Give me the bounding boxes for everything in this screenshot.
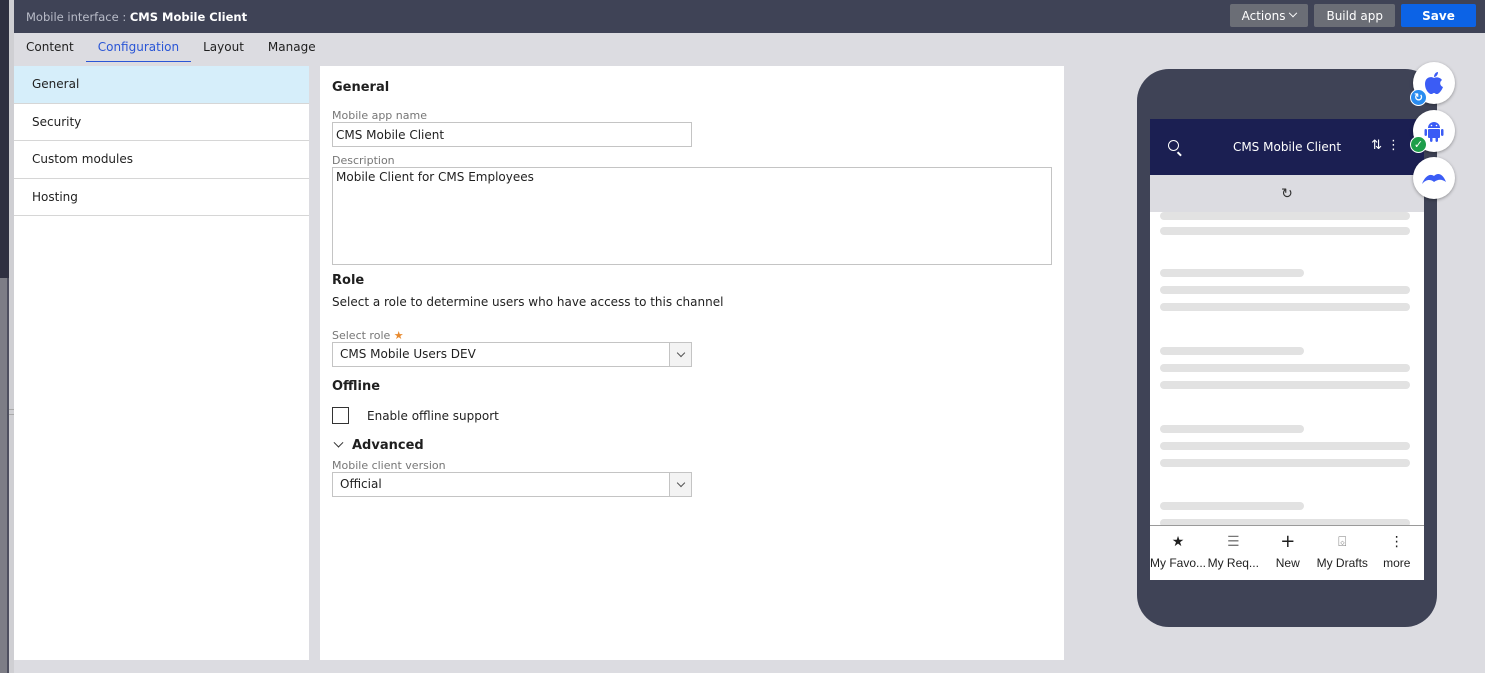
app-name-label: Mobile app name bbox=[332, 109, 427, 122]
sidebar-item-custom-modules[interactable]: Custom modules bbox=[14, 141, 309, 179]
skeleton-bar bbox=[1160, 212, 1410, 220]
nav-label: My Drafts bbox=[1316, 556, 1368, 570]
offline-heading: Offline bbox=[332, 379, 381, 394]
role-heading: Role bbox=[332, 273, 365, 288]
pega-platform-button[interactable] bbox=[1413, 157, 1455, 199]
nav-item-drafts[interactable]: ⌺ My Drafts bbox=[1315, 526, 1370, 580]
config-sidebar: General Security Custom modules Hosting bbox=[14, 66, 309, 660]
nav-item-more[interactable]: ⋮ more bbox=[1370, 526, 1424, 580]
select-role-dropdown[interactable]: CMS Mobile Users DEV bbox=[332, 342, 692, 367]
tab-layout[interactable]: Layout bbox=[191, 33, 256, 61]
skeleton-bar bbox=[1160, 286, 1410, 294]
sidebar-item-general[interactable]: General bbox=[14, 66, 309, 104]
header-actions: Actions Build app Save bbox=[1229, 4, 1476, 27]
chevron-down-icon bbox=[1289, 8, 1298, 17]
more-vertical-icon: ⋮ bbox=[1389, 534, 1404, 550]
client-version-value: Official bbox=[340, 477, 382, 491]
select-role-label-text: Select role bbox=[332, 329, 391, 342]
build-app-button[interactable]: Build app bbox=[1314, 4, 1395, 27]
tab-configuration[interactable]: Configuration bbox=[85, 33, 192, 62]
client-version-dropdown[interactable]: Official bbox=[332, 472, 692, 497]
nav-label: My Favo... bbox=[1150, 556, 1207, 570]
chevron-down-icon[interactable] bbox=[669, 473, 691, 496]
advanced-toggle[interactable]: Advanced bbox=[332, 437, 1052, 453]
title-name: CMS Mobile Client bbox=[129, 9, 248, 24]
skeleton-bar bbox=[1160, 459, 1410, 467]
pull-refresh-bar: ↻ bbox=[1150, 175, 1424, 212]
nav-item-favorites[interactable]: ★ My Favo... bbox=[1150, 526, 1206, 580]
skeleton-bar bbox=[1160, 269, 1304, 277]
more-vertical-icon[interactable]: ⋮ bbox=[1387, 138, 1400, 153]
role-help-text: Select a role to determine users who hav… bbox=[332, 295, 724, 309]
nav-label: more bbox=[1383, 556, 1411, 570]
advanced-label: Advanced bbox=[352, 438, 424, 453]
tab-manage[interactable]: Manage bbox=[256, 33, 328, 61]
refresh-icon[interactable]: ↻ bbox=[1281, 186, 1293, 202]
apple-icon bbox=[1425, 72, 1443, 94]
tab-bar: Content Configuration Layout Manage bbox=[14, 33, 328, 62]
skeleton-bar bbox=[1160, 227, 1410, 235]
skeleton-bar bbox=[1160, 442, 1410, 450]
title-prefix: Mobile interface : bbox=[26, 9, 127, 24]
sync-icon[interactable]: ⇅ bbox=[1371, 138, 1382, 153]
app-name-input[interactable] bbox=[332, 122, 692, 147]
nav-item-new[interactable]: + New bbox=[1261, 526, 1316, 580]
skeleton-bar bbox=[1160, 381, 1410, 389]
offline-checkbox[interactable] bbox=[332, 407, 349, 424]
phone-preview: CMS Mobile Client ⇅ ⋮ ↻ ★ My Favo... ☰ M… bbox=[1137, 69, 1437, 627]
required-star-icon: ★ bbox=[393, 329, 404, 342]
actions-label: Actions bbox=[1241, 8, 1286, 23]
general-settings-panel: General Mobile app name Description Mobi… bbox=[320, 66, 1064, 660]
preview-app-header: CMS Mobile Client ⇅ ⋮ bbox=[1150, 119, 1424, 175]
star-icon: ★ bbox=[1171, 534, 1185, 550]
pega-logo-icon bbox=[1422, 174, 1446, 184]
preview-app-title: CMS Mobile Client bbox=[1232, 140, 1342, 154]
nav-label: My Req... bbox=[1207, 556, 1259, 570]
briefcase-icon: ⌺ bbox=[1338, 534, 1347, 550]
left-edge-panel bbox=[0, 0, 9, 673]
general-heading: General bbox=[332, 80, 390, 95]
actions-button[interactable]: Actions bbox=[1229, 4, 1309, 27]
skeleton-bar bbox=[1160, 502, 1304, 510]
skeleton-bar bbox=[1160, 364, 1410, 372]
client-version-label: Mobile client version bbox=[332, 459, 446, 472]
tab-content[interactable]: Content bbox=[14, 33, 86, 61]
plus-icon: + bbox=[1280, 531, 1296, 552]
nav-label: New bbox=[1275, 556, 1300, 570]
preview-bottom-nav: ★ My Favo... ☰ My Req... + New ⌺ My Draf… bbox=[1150, 525, 1424, 580]
nav-item-requests[interactable]: ☰ My Req... bbox=[1206, 526, 1261, 580]
select-role-value: CMS Mobile Users DEV bbox=[340, 347, 476, 361]
save-button[interactable]: Save bbox=[1401, 4, 1476, 27]
description-textarea[interactable]: Mobile Client for CMS Employees bbox=[332, 167, 1052, 265]
offline-checkbox-row[interactable]: Enable offline support bbox=[332, 407, 1052, 424]
android-icon bbox=[1424, 122, 1444, 142]
skeleton-bar bbox=[1160, 425, 1304, 433]
check-status-icon: ✓ bbox=[1410, 136, 1427, 153]
list-icon: ☰ bbox=[1226, 534, 1240, 550]
chevron-down-icon bbox=[333, 437, 344, 448]
skeleton-bar bbox=[1160, 347, 1304, 355]
search-icon[interactable] bbox=[1168, 140, 1179, 151]
phone-screen: CMS Mobile Client ⇅ ⋮ ↻ ★ My Favo... ☰ M… bbox=[1150, 119, 1424, 580]
sidebar-item-security[interactable]: Security bbox=[14, 104, 309, 141]
description-label: Description bbox=[332, 154, 395, 167]
select-role-label: Select role ★ bbox=[332, 329, 1052, 342]
skeleton-bar bbox=[1160, 303, 1410, 311]
sidebar-item-hosting[interactable]: Hosting bbox=[14, 179, 309, 216]
page-title: Mobile interface : CMS Mobile Client bbox=[26, 10, 247, 24]
top-header: Mobile interface : CMS Mobile Client Act… bbox=[14, 0, 1485, 33]
offline-checkbox-label: Enable offline support bbox=[367, 408, 499, 423]
refresh-status-icon: ↻ bbox=[1410, 89, 1427, 106]
chevron-down-icon[interactable] bbox=[669, 343, 691, 366]
